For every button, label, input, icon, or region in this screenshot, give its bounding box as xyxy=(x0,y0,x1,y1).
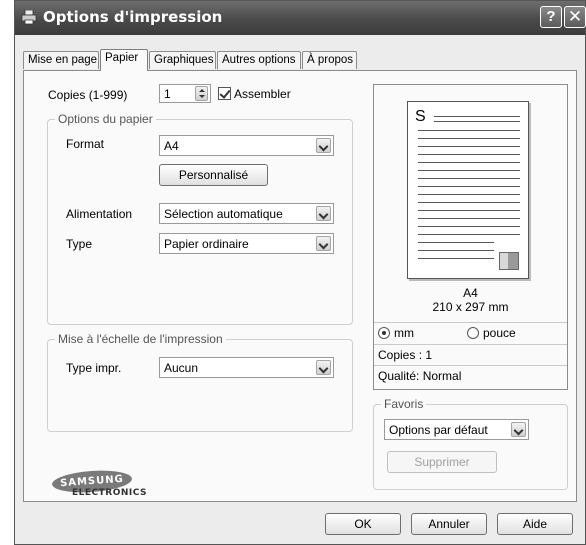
copies-spinner[interactable] xyxy=(195,86,208,101)
copies-value: 1 xyxy=(164,87,171,101)
preview-line xyxy=(434,116,520,117)
unit-mm-radio[interactable] xyxy=(378,327,390,339)
page-thumbnail-icon xyxy=(499,252,519,270)
divider xyxy=(374,344,567,345)
collate-checkbox[interactable] xyxy=(218,87,231,100)
copies-summary: Copies : 1 xyxy=(378,348,433,362)
printer-icon xyxy=(21,10,37,25)
type-value: Papier ordinaire xyxy=(164,237,249,251)
preview-line xyxy=(418,194,520,195)
chevron-down-icon xyxy=(511,422,526,437)
favorites-dropdown[interactable]: Options par défaut xyxy=(384,419,529,440)
brand-subtitle: ELECTRONICS xyxy=(72,488,147,498)
preview-line xyxy=(418,186,520,187)
chevron-down-icon xyxy=(316,206,331,221)
ok-button[interactable]: OK xyxy=(325,513,401,535)
tab-mise-en-page[interactable]: Mise en page xyxy=(23,51,99,69)
preview-line xyxy=(418,162,520,163)
help-title-button[interactable]: ? xyxy=(540,6,562,28)
preview-line xyxy=(418,170,520,171)
format-value: A4 xyxy=(164,139,179,153)
preview-line xyxy=(418,210,520,211)
tab-papier[interactable]: Papier xyxy=(100,49,148,71)
chevron-down-icon xyxy=(316,138,331,153)
unit-inch-label[interactable]: pouce xyxy=(483,326,516,340)
scaling-type-label: Type impr. xyxy=(66,361,122,375)
divider xyxy=(374,365,567,366)
source-label: Alimentation xyxy=(66,207,133,221)
favorites-value: Options par défaut xyxy=(389,423,488,437)
quality-summary: Qualité: Normal xyxy=(378,369,462,383)
source-value: Sélection automatique xyxy=(164,207,283,221)
collate-label[interactable]: Assembler xyxy=(234,87,291,101)
close-button[interactable]: ✕ xyxy=(564,6,586,28)
unit-mm-label[interactable]: mm xyxy=(394,326,414,340)
delete-favorite-button[interactable]: Supprimer xyxy=(387,451,497,473)
custom-size-button[interactable]: Personnalisé xyxy=(159,164,268,186)
favorites-group: Favoris xyxy=(373,397,568,490)
help-button[interactable]: Aide xyxy=(497,513,573,535)
paper-options-title: Options du papier xyxy=(55,112,156,126)
preview-line xyxy=(418,202,520,203)
tab-autres-options[interactable]: Autres options xyxy=(217,51,301,69)
format-dropdown[interactable]: A4 xyxy=(159,135,334,156)
format-label: Format xyxy=(66,137,105,151)
preview-line xyxy=(418,178,520,179)
divider xyxy=(374,322,567,323)
title-bar[interactable]: Options d'impression ? ✕ xyxy=(15,1,586,35)
copies-input[interactable]: 1 xyxy=(159,84,211,103)
chevron-down-icon xyxy=(316,360,331,375)
preview-line xyxy=(418,154,520,155)
favorites-title: Favoris xyxy=(381,397,427,411)
preview-line xyxy=(418,242,494,243)
paper-size: 210 x 297 mm xyxy=(432,300,509,314)
window-title: Options d'impression xyxy=(43,8,223,26)
preview-line xyxy=(418,146,520,147)
preview-line xyxy=(418,258,494,259)
chevron-down-icon xyxy=(316,236,331,251)
preview-line xyxy=(434,121,520,122)
preview-line xyxy=(418,226,520,227)
preview-line xyxy=(418,234,520,235)
page-preview: S xyxy=(407,101,529,279)
unit-inch-radio[interactable] xyxy=(467,327,479,339)
cancel-button[interactable]: Annuler xyxy=(411,513,487,535)
preview-line xyxy=(418,138,520,139)
tab-graphiques[interactable]: Graphiques xyxy=(149,51,216,69)
copies-label: Copies (1-999) xyxy=(48,88,128,102)
preview-panel: S A4 210 x 297 mm mm pouce Copies: 1 Qu… xyxy=(373,84,568,390)
paper-name: A4 xyxy=(463,286,478,300)
preview-line xyxy=(418,250,494,251)
source-dropdown[interactable]: Sélection automatique xyxy=(159,203,334,224)
page-letter: S xyxy=(415,108,426,125)
type-dropdown[interactable]: Papier ordinaire xyxy=(159,233,334,254)
preview-line xyxy=(418,130,520,131)
scaling-type-dropdown[interactable]: Aucun xyxy=(159,357,334,378)
type-label: Type xyxy=(66,237,93,251)
scaling-group: Mise à l'échelle de l'impression xyxy=(47,332,353,432)
scaling-type-value: Aucun xyxy=(164,361,199,375)
print-options-dialog: Options d'impression ? ✕ Mise en page Pa… xyxy=(14,0,586,545)
preview-line xyxy=(418,218,520,219)
tab-a-propos[interactable]: À propos xyxy=(302,51,357,69)
scaling-title: Mise à l'échelle de l'impression xyxy=(55,332,226,346)
